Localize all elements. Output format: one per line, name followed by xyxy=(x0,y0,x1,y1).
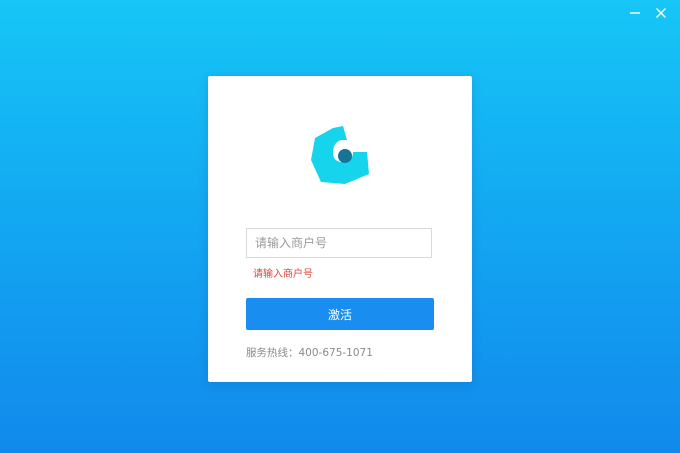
window-controls xyxy=(624,4,672,22)
activate-button-label: 激活 xyxy=(327,307,352,322)
brand-logo-icon xyxy=(311,126,369,184)
close-icon xyxy=(656,8,666,18)
service-hotline: 服务热线：400-675-1071 xyxy=(246,347,373,359)
minimize-button[interactable] xyxy=(624,4,646,22)
merchant-id-error: 请输入商户号 xyxy=(253,269,313,280)
activation-card: 请输入商户号 激活 服务热线：400-675-1071 xyxy=(208,76,472,382)
merchant-id-input[interactable] xyxy=(246,228,432,258)
activate-button[interactable]: 激活 xyxy=(246,298,434,330)
close-button[interactable] xyxy=(650,4,672,22)
minimize-icon xyxy=(630,12,640,14)
hotline-label: 服务热线： xyxy=(246,347,299,359)
hotline-number: 400-675-1071 xyxy=(298,347,373,359)
